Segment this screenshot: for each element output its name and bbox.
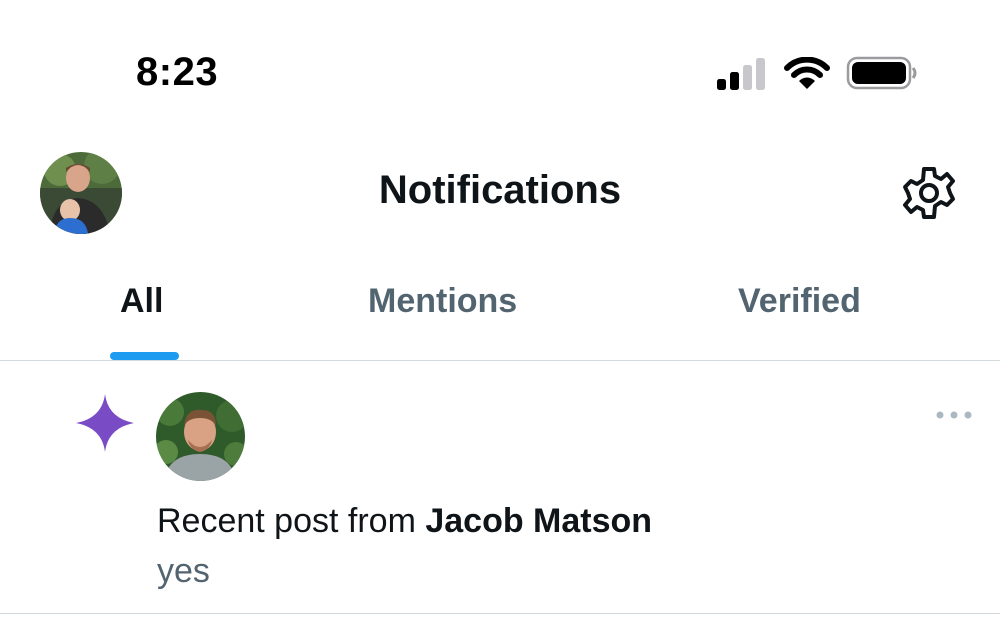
author-avatar[interactable] bbox=[156, 392, 245, 481]
more-options-button[interactable] bbox=[934, 404, 974, 426]
more-dots-icon bbox=[936, 411, 972, 419]
tab-verified[interactable]: Verified bbox=[738, 282, 861, 321]
post-preview: yes bbox=[157, 552, 210, 590]
notification-text: Recent post from Jacob Matson bbox=[157, 502, 652, 541]
tab-mentions[interactable]: Mentions bbox=[368, 282, 517, 321]
wifi-icon bbox=[784, 57, 830, 89]
notifications-screen: 8:23 Notifications All Mentions Verified… bbox=[0, 0, 1000, 624]
notification-tabs: All Mentions Verified bbox=[0, 270, 1000, 360]
notification-divider bbox=[0, 613, 1000, 614]
sparkle-icon bbox=[76, 394, 134, 452]
cellular-signal-icon bbox=[717, 58, 765, 90]
settings-button[interactable] bbox=[900, 164, 958, 222]
notification-prefix: Recent post from bbox=[157, 502, 426, 540]
gear-icon bbox=[903, 167, 955, 219]
active-tab-indicator bbox=[110, 352, 179, 360]
tabs-divider bbox=[0, 360, 1000, 361]
battery-icon bbox=[846, 56, 917, 90]
page-title: Notifications bbox=[378, 168, 622, 212]
tab-all[interactable]: All bbox=[120, 282, 163, 321]
status-time: 8:23 bbox=[136, 50, 219, 94]
author-name[interactable]: Jacob Matson bbox=[425, 502, 652, 540]
